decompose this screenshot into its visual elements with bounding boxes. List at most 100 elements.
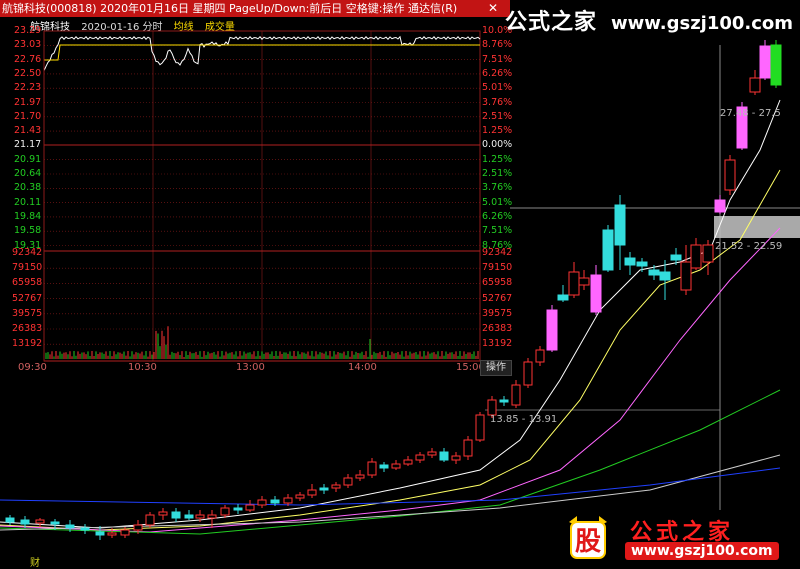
candle: [702, 240, 714, 275]
volume-label-right: 65958: [482, 277, 513, 289]
candle: [403, 456, 413, 466]
operation-button[interactable]: 操作: [480, 360, 512, 376]
price-label: 20.91: [14, 153, 42, 165]
candle: [568, 262, 580, 298]
candle: [283, 494, 293, 506]
candle: [511, 380, 521, 408]
percent-label: 7.51%: [482, 225, 513, 237]
candle: [355, 470, 365, 481]
volume-label-right: 39575: [482, 307, 513, 319]
volume-label-right: 13192: [482, 338, 513, 350]
candlesticks: [5, 40, 782, 540]
candle: [233, 504, 243, 514]
candle: [557, 285, 569, 302]
percent-label: 8.76%: [482, 39, 513, 51]
volume-label: 26383: [12, 323, 43, 334]
price-label: 20.38: [14, 182, 42, 194]
kline-chart-area[interactable]: [0, 0, 800, 566]
volume-label-right: 79150: [482, 262, 513, 274]
candle: [759, 40, 771, 80]
price-label: 21.97: [14, 96, 42, 108]
candle: [636, 258, 648, 272]
range-label-low: 13.85 - 13.91: [490, 414, 558, 425]
candle: [295, 492, 305, 501]
finance-marker: 财: [30, 558, 40, 569]
candle: [439, 448, 449, 462]
candle: [724, 155, 736, 195]
moving-average-lines: [0, 99, 781, 535]
volume-label: 13192: [12, 338, 43, 350]
price-label: 20.11: [14, 196, 42, 208]
candle: [714, 195, 726, 214]
percent-label: 6.26%: [482, 67, 513, 79]
candle: [80, 524, 90, 534]
time-label: 13:00: [236, 362, 265, 373]
price-label: 19.58: [14, 225, 42, 237]
brand-url-bottom: www.gszj100.com: [625, 542, 779, 560]
candle: [391, 460, 401, 470]
brand-url: www.gszj100.com: [611, 13, 794, 34]
brand-logo-icon: 股: [569, 516, 607, 559]
candle: [184, 510, 194, 520]
range-label-high: 27.48 - 27.5: [720, 108, 781, 119]
percent-label: 2.51%: [482, 110, 513, 122]
candle: [475, 412, 485, 442]
volume-label-right: 52767: [482, 292, 513, 304]
candle: [590, 265, 602, 315]
time-label: 10:30: [128, 362, 157, 373]
percent-label: 7.51%: [482, 53, 513, 65]
percent-label: 2.51%: [482, 168, 513, 179]
brand-watermark-top: 公式之家 www.gszj100.com: [505, 4, 793, 36]
range-label-mid: 21.52 - 22.59: [715, 241, 783, 252]
time-label: 09:30: [18, 362, 47, 373]
volume-label-right: 92342: [482, 247, 513, 258]
percent-label: 1.25%: [482, 125, 513, 137]
price-label: 20.64: [14, 168, 42, 179]
candle: [158, 508, 168, 520]
candle: [331, 482, 341, 492]
price-label: 23.03: [14, 39, 42, 51]
percent-label: 5.01%: [482, 196, 513, 208]
volume-label: 52767: [12, 292, 43, 304]
brand-watermark-bottom: 股 公式之家 www.gszj100.com: [555, 510, 800, 566]
volume-label: 65958: [12, 277, 43, 289]
candle: [415, 452, 425, 463]
candle: [614, 195, 626, 270]
candle: [463, 436, 473, 460]
percent-label: 1.25%: [482, 153, 513, 165]
candle: [546, 305, 558, 352]
price-label: 21.43: [14, 125, 42, 137]
candle: [427, 448, 437, 458]
brand-name: 公式之家: [505, 10, 598, 35]
candle: [648, 265, 660, 280]
price-label: 21.70: [14, 110, 42, 122]
candle: [680, 245, 692, 295]
candle: [690, 238, 702, 270]
volume-label: 39575: [12, 307, 43, 319]
volume-label: 92342: [12, 247, 43, 258]
percent-label: 6.26%: [482, 210, 513, 222]
price-label: 21.17: [14, 139, 42, 151]
candle: [523, 358, 533, 388]
intraday-panel: [43, 30, 481, 362]
candle: [451, 452, 461, 464]
candle: [578, 270, 590, 290]
percent-label: 0.00%: [482, 139, 513, 151]
candle: [749, 70, 761, 95]
candle: [307, 484, 317, 498]
candle: [770, 40, 782, 88]
percent-label: 5.01%: [482, 82, 513, 94]
time-label: 14:00: [348, 362, 377, 373]
candle: [171, 508, 181, 522]
percent-label: 3.76%: [482, 96, 513, 108]
price-label: 19.84: [14, 210, 42, 222]
logo-char: 股: [575, 527, 601, 557]
candle: [535, 346, 545, 366]
candle: [319, 484, 329, 494]
candle: [245, 500, 255, 512]
price-label: 22.76: [14, 53, 42, 65]
candle: [499, 396, 509, 406]
price-label: 22.50: [14, 67, 42, 79]
volume-label-right: 26383: [482, 323, 513, 334]
candle: [220, 505, 230, 518]
